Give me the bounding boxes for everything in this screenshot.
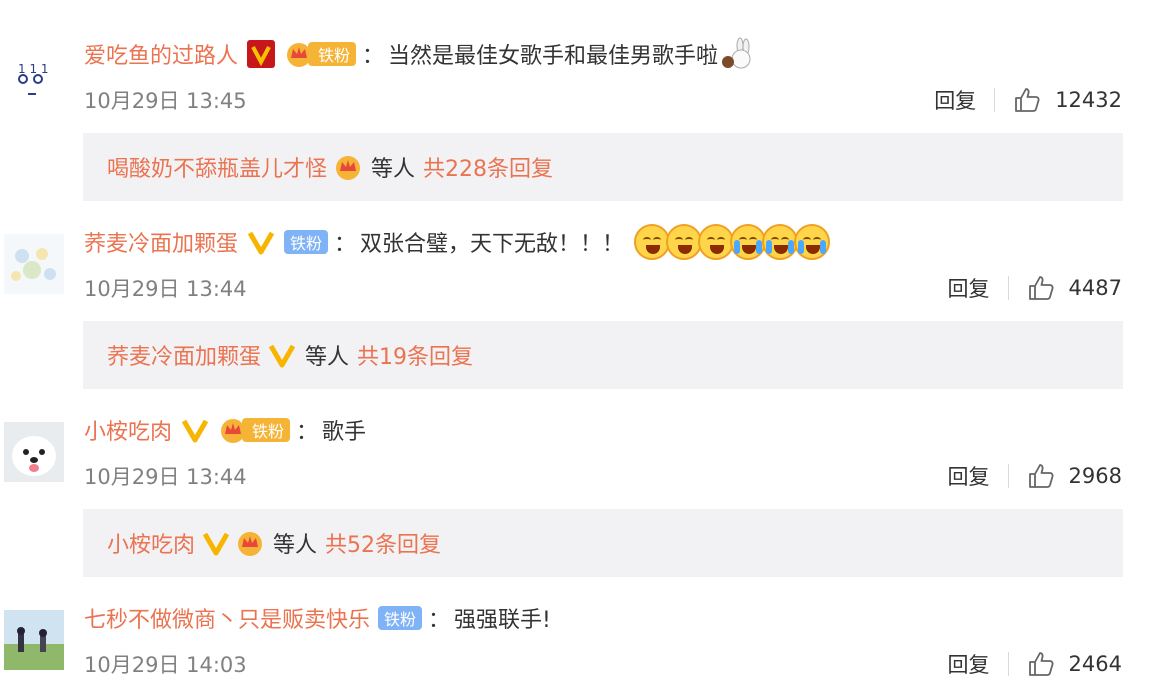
tears-of-joy-emoji-icon bbox=[730, 224, 767, 260]
divider bbox=[1007, 276, 1009, 300]
tears-of-joy-emoji-icon bbox=[762, 224, 799, 260]
comment-line: 爱吃鱼的过路人 铁粉 ： 当然是最佳女歌手和最佳男歌手啦 bbox=[84, 36, 754, 72]
verified-v-icon bbox=[202, 532, 230, 556]
comment-text: 当然是最佳女歌手和最佳男歌手啦 bbox=[388, 44, 719, 69]
replies-panel[interactable]: 荞麦冷面加颗蛋 等人 共19条回复 bbox=[83, 321, 1123, 389]
reply-count-link[interactable]: 共52条回复 bbox=[325, 527, 441, 559]
fan-label: 铁粉 bbox=[308, 42, 357, 66]
etc-label: 等人 bbox=[273, 533, 318, 558]
fan-label: 铁粉 bbox=[378, 606, 423, 630]
username-link[interactable]: 荞麦冷面加颗蛋 bbox=[84, 226, 238, 258]
crown-icon bbox=[287, 43, 312, 67]
comment-text: 歌手 bbox=[322, 420, 367, 445]
comment-line: 小桉吃肉 铁粉 ： 歌手 bbox=[84, 412, 366, 448]
like-button[interactable]: 2968 bbox=[1027, 462, 1122, 490]
divider bbox=[1007, 464, 1009, 488]
comment-time: 10月29日 13:44 bbox=[84, 277, 247, 301]
crown-icon bbox=[221, 419, 246, 443]
svg-text:1 1 1: 1 1 1 bbox=[18, 62, 49, 76]
colon: ： bbox=[362, 44, 385, 69]
reply-button[interactable]: 回复 bbox=[948, 273, 990, 303]
like-button[interactable]: 12432 bbox=[1013, 86, 1122, 114]
avatar[interactable]: 1 1 1 bbox=[4, 46, 64, 106]
emoji-group bbox=[634, 224, 831, 260]
reply-count-link[interactable]: 共19条回复 bbox=[357, 339, 473, 371]
reply-user-link[interactable]: 小桉吃肉 bbox=[107, 527, 195, 559]
comment-text: 双张合璧，天下无敌！！！ bbox=[360, 232, 625, 257]
divider bbox=[1007, 652, 1009, 676]
laugh-cry-emoji-icon bbox=[698, 224, 735, 260]
verified-v-icon bbox=[246, 39, 276, 69]
comment-actions: 回复 2968 bbox=[948, 461, 1122, 491]
comment-line: 荞麦冷面加颗蛋 铁粉 ： 双张合璧，天下无敌！！！ bbox=[84, 224, 831, 260]
tears-of-joy-emoji-icon bbox=[794, 224, 831, 260]
bunny-emoji-icon bbox=[720, 37, 754, 71]
colon: ： bbox=[428, 608, 451, 633]
crown-icon bbox=[336, 156, 361, 180]
thumbs-up-icon bbox=[1015, 88, 1040, 112]
etc-label: 等人 bbox=[305, 345, 350, 370]
etc-label: 等人 bbox=[371, 157, 416, 182]
thumbs-up-icon bbox=[1028, 652, 1054, 676]
replies-panel[interactable]: 小桉吃肉 等人 共52条回复 bbox=[83, 509, 1123, 577]
fan-label: 铁粉 bbox=[284, 230, 329, 254]
comment-text: 强强联手! bbox=[454, 608, 551, 633]
comment-time: 10月29日 13:45 bbox=[84, 89, 247, 113]
comment-actions: 回复 12432 bbox=[934, 85, 1122, 115]
verified-v-icon bbox=[268, 344, 296, 368]
reply-button[interactable]: 回复 bbox=[948, 649, 990, 679]
laugh-cry-emoji-icon bbox=[666, 224, 703, 260]
like-count: 12432 bbox=[1055, 88, 1122, 112]
comment-line: 七秒不做微商丶只是贩卖快乐 铁粉 ： 强强联手! bbox=[84, 600, 551, 636]
fan-badge: 铁粉 bbox=[378, 606, 423, 630]
like-count: 2968 bbox=[1068, 464, 1122, 488]
username-link[interactable]: 小桉吃肉 bbox=[84, 414, 172, 446]
fan-badge: 铁粉 bbox=[284, 230, 329, 254]
like-count: 2464 bbox=[1068, 652, 1122, 676]
fan-badge: 铁粉 bbox=[218, 415, 291, 445]
divider bbox=[994, 88, 996, 112]
username-link[interactable]: 爱吃鱼的过路人 bbox=[84, 38, 238, 70]
comment-time: 10月29日 14:03 bbox=[84, 653, 247, 677]
comment-actions: 回复 4487 bbox=[948, 273, 1122, 303]
thumbs-up-icon bbox=[1028, 464, 1054, 488]
fan-label: 铁粉 bbox=[242, 418, 291, 442]
reply-count-link[interactable]: 共228条回复 bbox=[423, 151, 553, 183]
comment-actions: 回复 2464 bbox=[948, 649, 1122, 679]
verified-v-icon bbox=[180, 415, 210, 445]
colon: ： bbox=[296, 420, 319, 445]
comment-time: 10月29日 13:44 bbox=[84, 465, 247, 489]
username-link[interactable]: 七秒不做微商丶只是贩卖快乐 bbox=[84, 602, 370, 634]
reply-button[interactable]: 回复 bbox=[948, 461, 990, 491]
verified-v-icon bbox=[246, 227, 276, 257]
avatar[interactable] bbox=[4, 422, 64, 482]
reply-button[interactable]: 回复 bbox=[934, 85, 976, 115]
reply-user-link[interactable]: 喝酸奶不舔瓶盖儿才怪 bbox=[107, 151, 327, 183]
laugh-cry-emoji-icon bbox=[634, 224, 671, 260]
thumbs-up-icon bbox=[1028, 276, 1054, 300]
like-button[interactable]: 4487 bbox=[1027, 274, 1122, 302]
fan-badge: 铁粉 bbox=[284, 39, 357, 69]
like-count: 4487 bbox=[1068, 276, 1122, 300]
crown-icon bbox=[238, 532, 263, 556]
reply-user-link[interactable]: 荞麦冷面加颗蛋 bbox=[107, 339, 261, 371]
avatar[interactable] bbox=[4, 610, 64, 670]
replies-panel[interactable]: 喝酸奶不舔瓶盖儿才怪 等人 共228条回复 bbox=[83, 133, 1123, 201]
colon: ： bbox=[334, 232, 357, 257]
avatar[interactable] bbox=[4, 234, 64, 294]
like-button[interactable]: 2464 bbox=[1027, 650, 1122, 678]
